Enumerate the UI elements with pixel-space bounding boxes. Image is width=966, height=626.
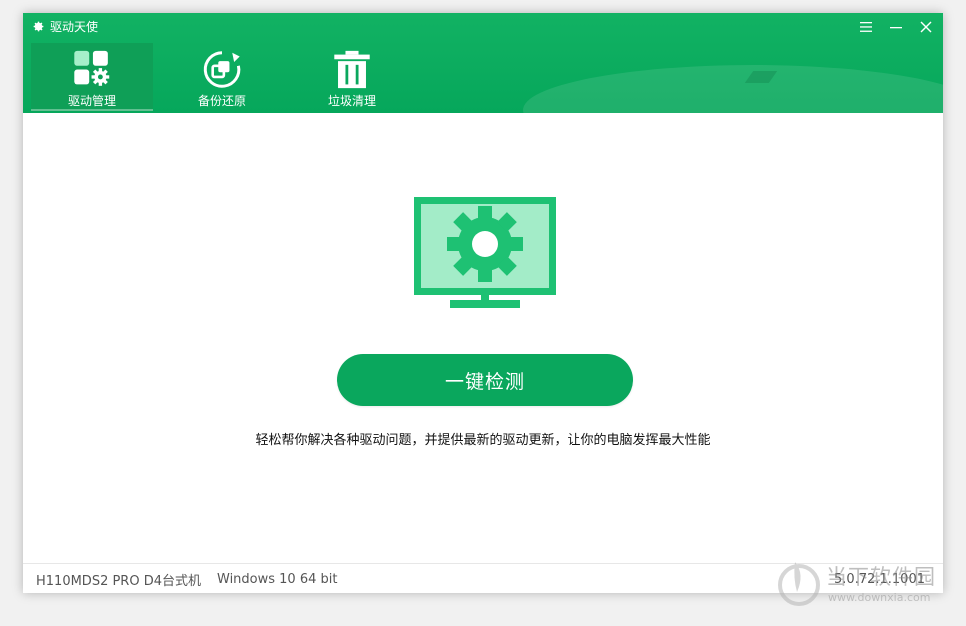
nav-label-trash-clean: 垃圾清理 bbox=[327, 94, 376, 108]
menu-button[interactable] bbox=[855, 19, 877, 35]
machine-model: H110MDS2 PRO D4台式机 bbox=[36, 573, 201, 589]
nav-label-backup-restore: 备份还原 bbox=[197, 94, 246, 108]
trash-clean-icon bbox=[334, 50, 370, 89]
nav-item-backup-restore[interactable]: 备份还原 bbox=[161, 43, 283, 109]
close-icon bbox=[920, 21, 932, 33]
close-button[interactable] bbox=[915, 19, 937, 35]
minimize-icon bbox=[890, 27, 902, 29]
app-window: 驱动天使 驱动管理 备份还原 垃圾清理 一键检测 轻松帮你解决各种驱动问题，并提… bbox=[23, 13, 943, 593]
one-click-scan-button[interactable]: 一键检测 bbox=[337, 354, 633, 406]
header-bar: 驱动天使 驱动管理 备份还原 垃圾清理 bbox=[23, 13, 943, 113]
nav-item-trash-clean[interactable]: 垃圾清理 bbox=[291, 43, 413, 109]
watermark: 当下软件园 www.downxia.com bbox=[778, 560, 958, 610]
watermark-text: 当下软件园 bbox=[826, 565, 936, 589]
minimize-button[interactable] bbox=[885, 19, 907, 35]
monitor-gear-icon bbox=[414, 197, 556, 308]
driver-manage-icon bbox=[74, 50, 110, 86]
watermark-url: www.downxia.com bbox=[828, 591, 931, 604]
downxia-logo-icon bbox=[778, 562, 820, 606]
nav-label-driver-manage: 驱动管理 bbox=[67, 94, 116, 108]
app-title: 驱动天使 bbox=[32, 18, 98, 34]
window-controls bbox=[855, 19, 937, 35]
main-nav: 驱动管理 备份还原 垃圾清理 bbox=[23, 43, 413, 113]
nav-item-driver-manage[interactable]: 驱动管理 bbox=[31, 43, 153, 111]
main-content: 一键检测 轻松帮你解决各种驱动问题，并提供最新的驱动更新，让你的电脑发挥最大性能 bbox=[23, 113, 943, 563]
backup-restore-icon bbox=[203, 51, 241, 88]
gear-icon bbox=[33, 21, 44, 31]
menu-icon bbox=[860, 22, 872, 32]
tagline-text: 轻松帮你解决各种驱动问题，并提供最新的驱动更新，让你的电脑发挥最大性能 bbox=[255, 433, 711, 448]
app-title-text: 驱动天使 bbox=[50, 19, 99, 34]
os-info: Windows 10 64 bit bbox=[217, 571, 338, 587]
header-decoration bbox=[523, 65, 943, 113]
